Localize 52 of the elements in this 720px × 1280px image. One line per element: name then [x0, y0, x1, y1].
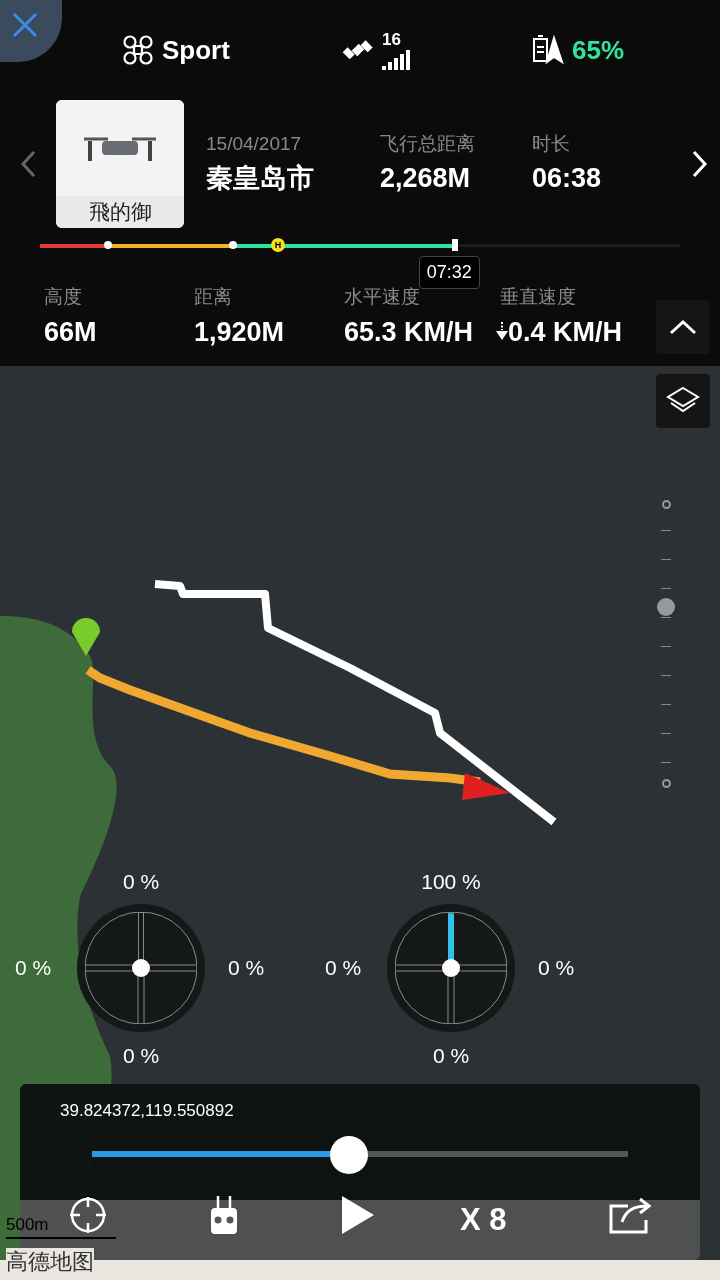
stick-percent: 0 % — [122, 870, 160, 894]
previous-icon[interactable] — [20, 150, 36, 178]
playback-thumb[interactable] — [330, 1136, 369, 1174]
map-scale: 500m — [6, 1213, 116, 1239]
stick-percent: 0 % — [537, 956, 575, 980]
collapse-button[interactable] — [656, 300, 710, 354]
timeline-handle[interactable] — [451, 239, 458, 251]
playback-slider[interactable] — [92, 1136, 628, 1172]
close-icon — [12, 12, 38, 38]
play-icon[interactable] — [340, 1194, 376, 1236]
locate-icon[interactable] — [69, 1196, 107, 1234]
stick-percent: 0 % — [14, 956, 52, 980]
share-icon[interactable] — [608, 1196, 654, 1234]
close-button[interactable] — [0, 0, 62, 62]
stat-label: 飞行总距离 — [380, 131, 476, 156]
stick-percent: 0 % — [122, 1044, 160, 1068]
playback-speed-button[interactable]: X 8 — [460, 1197, 507, 1244]
chevron-up-icon — [669, 319, 697, 335]
satellite-count: 16 — [382, 30, 401, 50]
battery-aircraft-icon — [532, 35, 564, 65]
telemetry-label: 距离 — [194, 285, 233, 309]
stick-percent: 100 % — [421, 870, 481, 894]
map-layers-button[interactable] — [656, 374, 710, 428]
stick-percent: 0 % — [324, 956, 362, 980]
flight-mode: Sport — [162, 33, 230, 67]
telemetry-label: 水平速度 — [344, 285, 421, 309]
drone-icon — [122, 34, 154, 66]
aircraft-card[interactable]: 飛的御 — [56, 100, 184, 228]
stick-percent: 0 % — [227, 956, 265, 980]
signal-bars-icon — [382, 50, 412, 70]
telemetry-value: 0.4 KM/H — [508, 315, 623, 349]
remote-controller-icon[interactable] — [209, 1196, 239, 1234]
time-tooltip: 07:32 — [418, 256, 480, 289]
flight-location: 秦皇岛市 — [206, 162, 315, 195]
telemetry-value: 1,920M — [194, 315, 285, 349]
zoom-min-icon — [661, 779, 671, 788]
aircraft-name: 飛的御 — [56, 196, 184, 228]
telemetry-value: 65.3 KM/H — [344, 315, 474, 349]
flight-date: 15/04/2017 — [206, 131, 303, 156]
telemetry-label: 高度 — [44, 285, 83, 309]
battery-percent: 65% — [572, 33, 625, 67]
telemetry-value: 66M — [44, 315, 97, 349]
stick-percent: 0 % — [432, 1044, 470, 1068]
home-marker: H — [271, 238, 285, 252]
stat-value: 2,268M — [380, 162, 472, 195]
zoom-max-icon — [661, 500, 671, 509]
stat-value: 06:38 — [532, 162, 603, 195]
down-arrow-icon — [496, 321, 508, 342]
next-icon[interactable] — [692, 150, 708, 178]
stat-label: 时长 — [532, 131, 571, 156]
coordinates: 39.824372,119.550892 — [60, 1100, 234, 1122]
telemetry-label: 垂直速度 — [500, 285, 577, 309]
